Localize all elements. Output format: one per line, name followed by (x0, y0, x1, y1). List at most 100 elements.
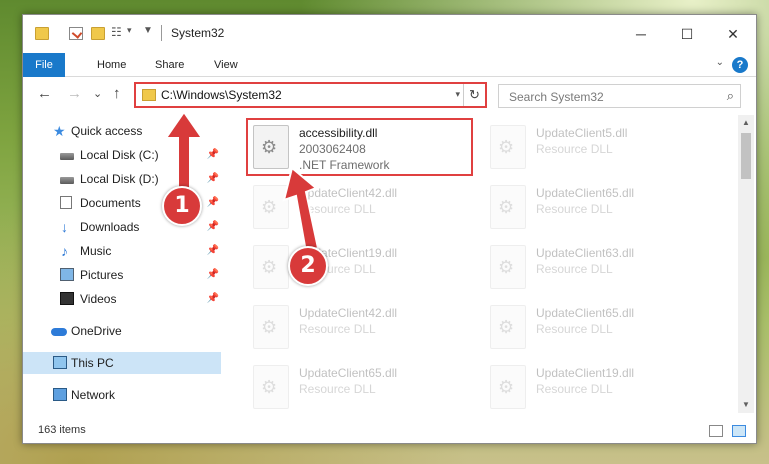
vertical-scrollbar[interactable]: ▲ ▼ (738, 115, 754, 413)
file-item[interactable]: ⚙ UpdateClient42.dll Resource DLL (249, 181, 474, 239)
file-item[interactable]: ⚙ UpdateClient63.dll Resource DLL (486, 241, 711, 299)
pin-icon[interactable]: 📌 (207, 216, 219, 238)
tab-home[interactable]: Home (97, 53, 126, 77)
back-icon[interactable]: ← (37, 85, 52, 102)
title-bar: ☷ ▾ ▼ System32 ─ ☐ ✕ (23, 15, 756, 53)
search-input[interactable]: Search System32 ⌕ (498, 84, 741, 108)
new-folder-icon[interactable] (91, 27, 105, 40)
pin-icon[interactable]: 📌 (207, 144, 219, 166)
properties-icon[interactable] (69, 27, 83, 40)
sidebar-item-label: This PC (71, 356, 114, 370)
file-explorer-window: ☷ ▾ ▼ System32 ─ ☐ ✕ File Home Share Vie… (22, 14, 757, 444)
step-1-badge: 1 (162, 186, 202, 226)
file-item[interactable]: ⚙ UpdateClient19.dll Resource DLL (486, 361, 711, 419)
gear-icon: ⚙ (261, 377, 278, 397)
recent-locations-icon[interactable]: ⌄ (93, 87, 102, 100)
pin-icon[interactable]: 📌 (207, 288, 219, 310)
chevron-down-icon[interactable]: ▾ (455, 89, 460, 100)
file-item[interactable]: ⚙ UpdateClient5.dll Resource DLL (486, 121, 711, 179)
pictures-icon (60, 268, 74, 281)
file-description: Resource DLL (299, 202, 376, 216)
sidebar-item-music[interactable]: ♪ Music 📌 (23, 240, 221, 262)
sidebar-item-label: Network (71, 388, 116, 402)
view-options-icon[interactable]: ☷ (111, 25, 125, 39)
this-pc-icon (53, 356, 67, 369)
file-name: UpdateClient65.dll (536, 186, 635, 200)
scroll-up-icon[interactable]: ▲ (738, 115, 754, 131)
address-path[interactable]: C:\Windows\System32 (161, 88, 282, 102)
sidebar-item-label: Local Disk (D:) (80, 172, 159, 186)
music-icon: ♪ (61, 243, 68, 259)
file-description: Resource DLL (299, 382, 376, 396)
folder-icon (142, 89, 156, 101)
dll-file-icon: ⚙ (490, 185, 526, 229)
sidebar-item-label: Documents (80, 196, 141, 210)
sidebar-item-label: Music (80, 244, 112, 258)
gear-icon: ⚙ (261, 317, 278, 337)
search-icon[interactable]: ⌕ (727, 88, 734, 104)
details-view-icon[interactable] (709, 425, 723, 437)
item-count: 163 items (38, 424, 86, 436)
dll-file-icon: ⚙ (490, 305, 526, 349)
up-icon[interactable]: ↑ (113, 85, 121, 102)
star-icon: ★ (53, 123, 66, 139)
sidebar-item-local-disk-c[interactable]: Local Disk (C:) 📌 (23, 144, 221, 166)
sidebar-item-label: Videos (80, 292, 117, 306)
tab-share[interactable]: Share (155, 53, 184, 77)
pin-icon[interactable]: 📌 (207, 192, 219, 214)
file-name: UpdateClient63.dll (536, 246, 635, 260)
sidebar-item-label: Local Disk (C:) (80, 148, 159, 162)
quick-access-dropdown-icon[interactable]: ▼ (143, 25, 157, 38)
file-name: UpdateClient42.dll (299, 306, 398, 320)
sidebar-item-this-pc[interactable]: This PC (23, 352, 221, 374)
scroll-down-icon[interactable]: ▼ (738, 397, 754, 413)
file-item[interactable]: ⚙ UpdateClient42.dll Resource DLL (249, 301, 474, 359)
sidebar-item-videos[interactable]: Videos 📌 (23, 288, 221, 310)
file-item[interactable]: ⚙ UpdateClient65.dll Resource DLL (486, 181, 711, 239)
pin-icon[interactable]: 📌 (207, 264, 219, 286)
forward-icon[interactable]: → (67, 85, 82, 102)
dll-file-icon: ⚙ (253, 365, 289, 409)
sidebar-item-label: Quick access (71, 124, 143, 138)
scroll-thumb[interactable] (741, 133, 751, 179)
sidebar-item-quick-access[interactable]: ★ Quick access (23, 120, 221, 142)
file-item[interactable]: ⚙ UpdateClient65.dll Resource DLL (486, 301, 711, 359)
gear-icon: ⚙ (498, 317, 515, 337)
large-icons-view-icon[interactable] (732, 425, 746, 437)
address-bar[interactable]: C:\Windows\System32 ▾ ↻ (134, 82, 487, 108)
tab-file[interactable]: File (23, 53, 65, 77)
file-item[interactable]: ⚙ UpdateClient19.dll Resource DLL (249, 241, 474, 299)
file-name: UpdateClient42.dll (299, 186, 398, 200)
pin-icon[interactable]: 📌 (207, 168, 219, 190)
navigation-pane: ★ Quick access Local Disk (C:) 📌 Local D… (23, 115, 221, 413)
dll-file-icon: ⚙ (490, 125, 526, 169)
sidebar-item-onedrive[interactable]: OneDrive (23, 320, 221, 342)
documents-icon (60, 196, 72, 209)
expand-ribbon-icon[interactable]: ⌄ (716, 57, 724, 68)
help-icon[interactable]: ? (732, 57, 748, 73)
maximize-button[interactable]: ☐ (664, 15, 710, 53)
sidebar-item-local-disk-d[interactable]: Local Disk (D:) 📌 (23, 168, 221, 190)
pin-icon[interactable]: 📌 (207, 240, 219, 262)
sidebar-item-pictures[interactable]: Pictures 📌 (23, 264, 221, 286)
file-description: Resource DLL (536, 202, 613, 216)
downloads-icon: ↓ (61, 219, 68, 235)
gear-icon: ⚙ (498, 137, 515, 157)
minimize-button[interactable]: ─ (618, 15, 664, 53)
highlight-box (246, 118, 473, 176)
navigation-bar: ← → ⌄ ↑ C:\Windows\System32 ▾ ↻ Search S… (23, 77, 756, 113)
dll-file-icon: ⚙ (253, 305, 289, 349)
refresh-icon[interactable]: ↻ (463, 84, 485, 106)
file-name: UpdateClient5.dll (536, 126, 628, 140)
sidebar-item-network[interactable]: Network (23, 384, 221, 406)
tab-view[interactable]: View (214, 53, 238, 77)
search-placeholder: Search System32 (509, 90, 604, 104)
file-description: Resource DLL (536, 142, 613, 156)
file-description: Resource DLL (536, 322, 613, 336)
customize-toolbar-icon[interactable]: ▾ (127, 25, 141, 38)
file-name: UpdateClient65.dll (299, 366, 398, 380)
file-item[interactable]: ⚙ UpdateClient65.dll Resource DLL (249, 361, 474, 419)
close-button[interactable]: ✕ (710, 15, 756, 53)
step-2-badge: 2 (288, 246, 328, 286)
file-description: Resource DLL (299, 322, 376, 336)
